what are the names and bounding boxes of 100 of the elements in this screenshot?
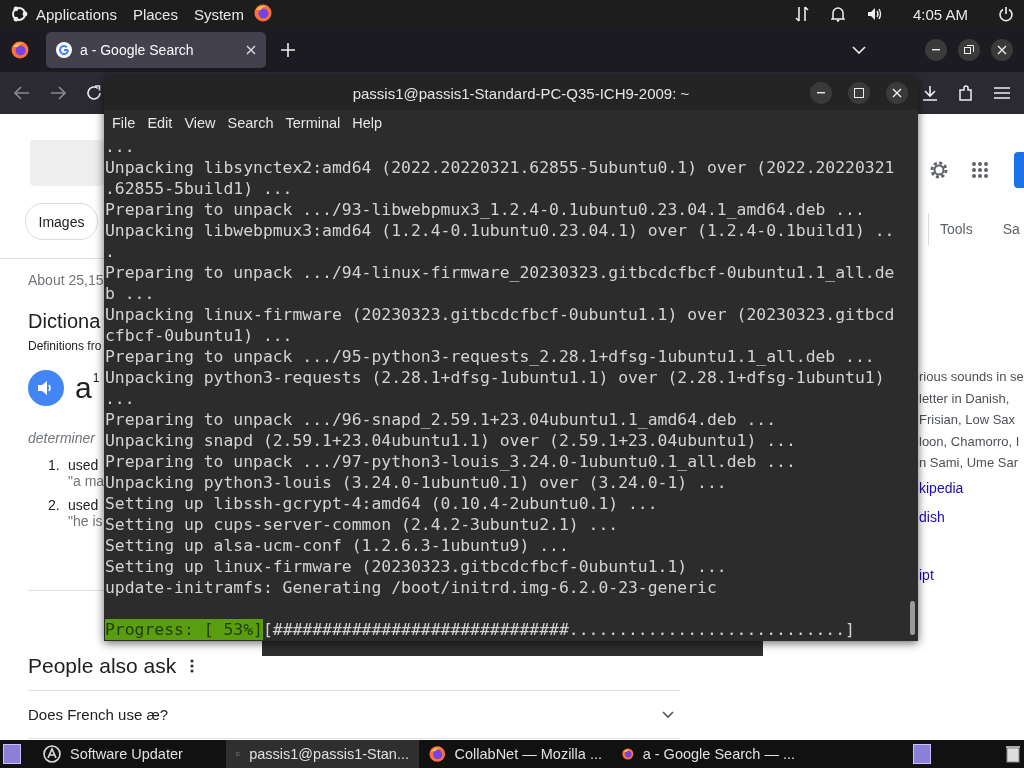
scrollbar-thumb[interactable] [910, 601, 915, 635]
example-text: "he is [68, 513, 103, 529]
sense-text: used [68, 497, 100, 513]
section-heading: Dictiona [28, 309, 101, 334]
sense-text: used [68, 457, 100, 473]
terminal-line: ... [105, 388, 135, 409]
terminal-line: Setting up cups-server-common (2.4.2-3ubuntu2.1) ... [105, 514, 619, 535]
terminal-line: . [105, 241, 115, 262]
new-tab-icon[interactable] [281, 43, 295, 57]
minimize-button[interactable] [810, 82, 832, 104]
download-icon[interactable] [922, 85, 938, 101]
link[interactable]: dish [919, 502, 945, 532]
section-heading: People also ask [28, 653, 177, 679]
firefox-icon [429, 745, 446, 763]
text-line: rious sounds in se [919, 368, 1024, 386]
terminal-line: Unpacking snapd (2.59.1+23.04ubuntu1.1) over (2.59.1+23.04ubuntu1) ... [105, 430, 796, 451]
back-icon[interactable] [14, 86, 30, 100]
terminal-line: Preparing to unpack .../94-linux-firmware_20230323.gitbcdcfbcf-0ubuntu1.1_all.de [105, 262, 895, 283]
question-row[interactable]: Does French use æ? [28, 691, 680, 738]
panel-menu[interactable]: Places [124, 5, 186, 23]
menu-item[interactable]: Search [221, 115, 280, 131]
superscript-number: 1 [92, 371, 100, 385]
speaker-button[interactable] [28, 370, 64, 406]
chevron-down-icon[interactable] [852, 46, 866, 54]
reload-icon[interactable] [86, 85, 102, 101]
link[interactable]: kipedia [919, 473, 964, 503]
minimize-icon [817, 92, 825, 94]
browser-tab[interactable]: a - Google Search [46, 32, 266, 68]
example-text: "a ma [68, 473, 105, 489]
apps-grid-icon[interactable] [972, 162, 988, 178]
link[interactable]: ipt [919, 560, 934, 590]
close-button[interactable] [991, 39, 1013, 61]
speaker-icon[interactable] [866, 7, 883, 21]
taskbar-item[interactable]: passis1@passis1-Stan... [226, 740, 419, 768]
taskbar-item[interactable]: Software Updater [33, 740, 226, 768]
taskbar-item[interactable]: CollabNet — Mozilla ... [419, 740, 612, 768]
chevron-icon [662, 710, 674, 719]
search-tab[interactable]: Sa [1002, 221, 1020, 237]
minimize-button[interactable] [925, 39, 947, 61]
window-title: passis1@passis1-Standard-PC-Q35-ICH9-2009: ~ [351, 84, 690, 102]
menu-item[interactable]: Terminal [279, 115, 347, 131]
taskbar-item[interactable]: a - Google Search — ... [612, 740, 805, 768]
dictionary-word: a [75, 371, 92, 405]
more-icon[interactable] [190, 659, 195, 673]
source-text: Definitions fro [28, 338, 102, 354]
terminal-line: Preparing to unpack .../96-snapd_2.59.1+23.04ubuntu1.1_amd64.deb ... [105, 409, 777, 430]
tools-tab[interactable]: Tools [940, 221, 973, 237]
forward-icon[interactable] [50, 86, 66, 100]
network-icon[interactable] [794, 5, 809, 23]
puzzle-icon[interactable] [958, 85, 974, 101]
close-icon [997, 45, 1007, 55]
progress-bar-text: [##############################............................] [262, 619, 855, 640]
maximize-icon [854, 88, 864, 98]
terminal-line: update-initramfs: Generating /boot/initrd.img-6.2.0-23-generic [105, 577, 717, 598]
text-line: n Sami, Ume Sar [919, 454, 1018, 472]
menu-item[interactable]: View [178, 115, 222, 131]
ubuntu-logo-icon[interactable] [10, 5, 28, 23]
firefox-launcher-icon [253, 3, 272, 22]
terminal-line: ... [105, 136, 135, 157]
terminal-line: Unpacking python3-requests (2.28.1+dfsg-1ubuntu1.1) over (2.28.1+dfsg-1ubuntu1) [105, 367, 885, 388]
terminal-line: cfbcf-0ubuntu1) ... [105, 325, 293, 346]
maximize-button[interactable] [848, 82, 870, 104]
menu-item[interactable]: Edit [141, 115, 179, 131]
menu-icon[interactable] [994, 87, 1010, 99]
settings-icon[interactable] [928, 159, 950, 181]
restore-icon [964, 45, 974, 55]
terminal-line: Unpacking python3-louis (3.24.0-1ubuntu0.1) over (3.24.0-1) ... [105, 472, 727, 493]
google-g-icon [56, 42, 72, 58]
firefox-view-icon [11, 41, 29, 59]
trash-icon[interactable] [1006, 745, 1020, 763]
workspace-switcher[interactable] [913, 744, 931, 764]
menu-item[interactable]: File [106, 115, 142, 131]
terminal-line: Unpacking linux-firmware (20230323.gitbcdcfbcf-0ubuntu1.1) over (20230323.gitbcd [105, 304, 895, 325]
images-chip[interactable]: Images [25, 203, 98, 240]
restore-button[interactable] [958, 39, 980, 61]
bell-icon[interactable] [830, 6, 845, 22]
terminal-line: b ... [105, 283, 155, 304]
panel-menu[interactable]: Applications [28, 5, 125, 23]
terminal-line: Preparing to unpack .../97-python3-louis_3.24.0-1ubuntu0.1_all.deb ... [105, 451, 796, 472]
terminal-line: Setting up alsa-ucm-conf (1.2.6.3-1ubuntu9) ... [105, 535, 569, 556]
terminal-line: Setting up linux-firmware (20230323.gitbcdcfbcf-0ubuntu1.1) ... [105, 556, 727, 577]
close-button[interactable] [886, 82, 908, 104]
terminal-line: Setting up libssh-gcrypt-4:amd64 (0.10.4-2ubuntu0.1) ... [105, 493, 658, 514]
result-count: About 25,15 [28, 271, 104, 290]
terminal-line: Unpacking libwebpmux3:amd64 (1.2.4-0.1ubuntu0.23.04.1) over (1.2.4-0.1build1) .. [105, 220, 895, 241]
text-line: letter in Danish, [919, 389, 1010, 408]
terminal-line: .62855-5build1) ... [105, 178, 293, 199]
menu-item[interactable]: Help [346, 115, 389, 131]
close-icon [892, 88, 902, 98]
terminal-line: Unpacking libsynctex2:amd64 (2022.20220321.62855-5ubuntu0.1) over (2022.20220321 [105, 157, 895, 178]
panel-menu[interactable]: System [185, 5, 252, 23]
power-icon[interactable] [998, 6, 1014, 22]
text-line: Frisian, Low Sax [919, 411, 1016, 429]
progress-label: Progress: [ 53%] [105, 619, 263, 640]
terminal-line: Preparing to unpack .../93-libwebpmux3_1.2.4-0.1ubuntu0.23.04.1_amd64.deb ... [105, 199, 865, 220]
terminal-line: Preparing to unpack .../95-python3-requests_2.28.1+dfsg-1ubuntu1.1_all.deb ... [105, 346, 875, 367]
part-of-speech: determiner [28, 429, 95, 448]
close-icon[interactable] [246, 45, 256, 55]
text-line: loon, Chamorro, I [919, 432, 1020, 451]
clock[interactable]: 4:05 AM [912, 5, 968, 23]
